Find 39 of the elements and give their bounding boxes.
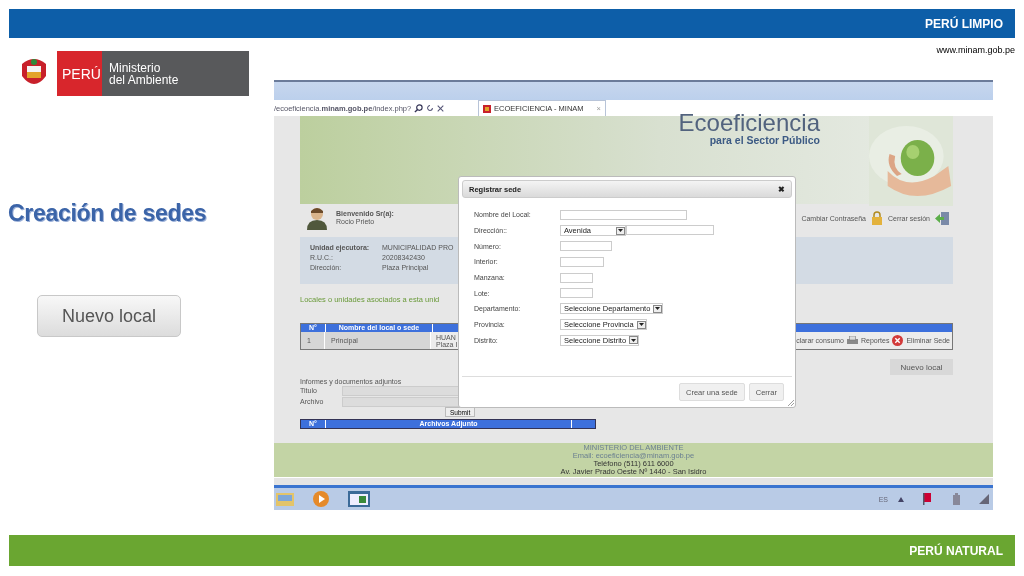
search-icon[interactable] [414,103,424,113]
banner-title: Ecoeficiencia [678,112,820,134]
refresh-icon[interactable] [426,104,435,112]
signal-icon[interactable] [979,494,989,504]
slogan: PERÚ LIMPIO [925,16,1003,31]
banner-subtitle: para el Sector Público [709,134,820,146]
up-arrow-icon[interactable] [898,496,904,502]
flag-icon[interactable] [922,493,934,505]
dropdown-arrow-icon [653,304,663,313]
delete-icon [892,335,904,346]
user-avatar-icon [306,206,328,230]
dropdown-arrow-icon [629,336,639,345]
input-field[interactable] [626,225,714,236]
input-field[interactable] [342,385,460,396]
close-button[interactable]: ✖ [778,184,785,194]
dropdown-arrow-icon [636,320,646,329]
input-field[interactable] [560,209,687,220]
logo-badge: PERÚ [57,51,102,96]
dropdown-arrow-icon [616,226,625,235]
slogan: PERÚ NATURAL [909,543,1003,558]
media-player-icon[interactable] [312,490,330,508]
padlock-icon [871,211,883,225]
favicon-icon [483,104,491,113]
resize-grip-icon[interactable] [787,399,794,406]
input-field[interactable] [560,241,612,252]
window-icon[interactable] [348,491,370,507]
printer-icon [847,336,858,345]
website-url: www.minam.gob.pe [936,45,1015,57]
input-field[interactable] [560,272,593,283]
new-local-button[interactable]: Nuevo local [37,295,181,337]
input-field[interactable] [560,256,604,267]
folder-icon[interactable] [276,491,294,507]
ministry-name: Ministerio del Ambiente [102,51,249,96]
exit-door-icon [935,211,949,225]
slide-title: Creación de sedes [8,200,208,227]
input-field[interactable] [560,288,593,299]
close-icon[interactable] [437,104,445,112]
battery-icon[interactable] [952,493,961,505]
new-local-button[interactable]: Nuevo local [890,359,953,375]
